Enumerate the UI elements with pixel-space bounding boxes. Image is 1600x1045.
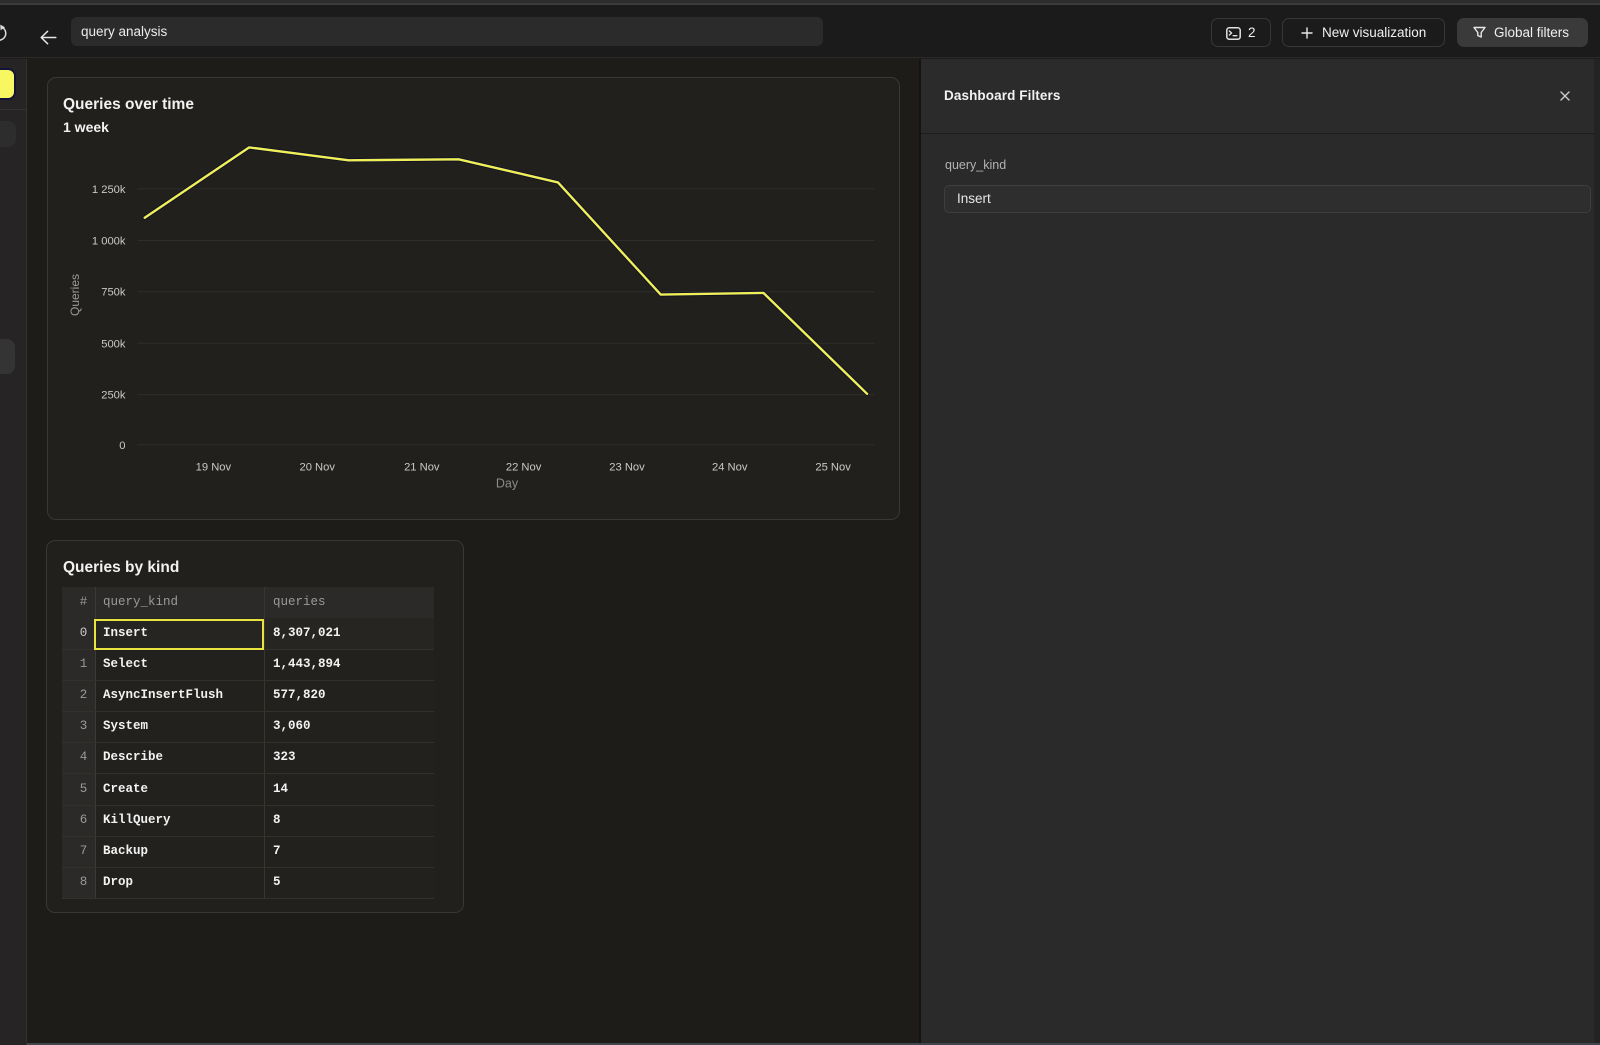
svg-text:22 Nov: 22 Nov [506,461,542,473]
svg-text:19 Nov: 19 Nov [196,461,232,473]
svg-text:Day: Day [496,477,519,491]
svg-text:500k: 500k [101,338,126,350]
svg-text:Queries: Queries [68,274,82,316]
svg-text:21 Nov: 21 Nov [404,461,440,473]
svg-text:20 Nov: 20 Nov [299,461,335,473]
svg-text:250k: 250k [101,390,126,402]
svg-text:25 Nov: 25 Nov [815,461,851,473]
svg-text:23 Nov: 23 Nov [609,461,645,473]
svg-text:750k: 750k [101,287,126,299]
svg-text:24 Nov: 24 Nov [712,461,748,473]
svg-text:1 250k: 1 250k [92,184,126,196]
svg-text:0: 0 [119,440,125,452]
svg-text:1 000k: 1 000k [92,236,126,248]
